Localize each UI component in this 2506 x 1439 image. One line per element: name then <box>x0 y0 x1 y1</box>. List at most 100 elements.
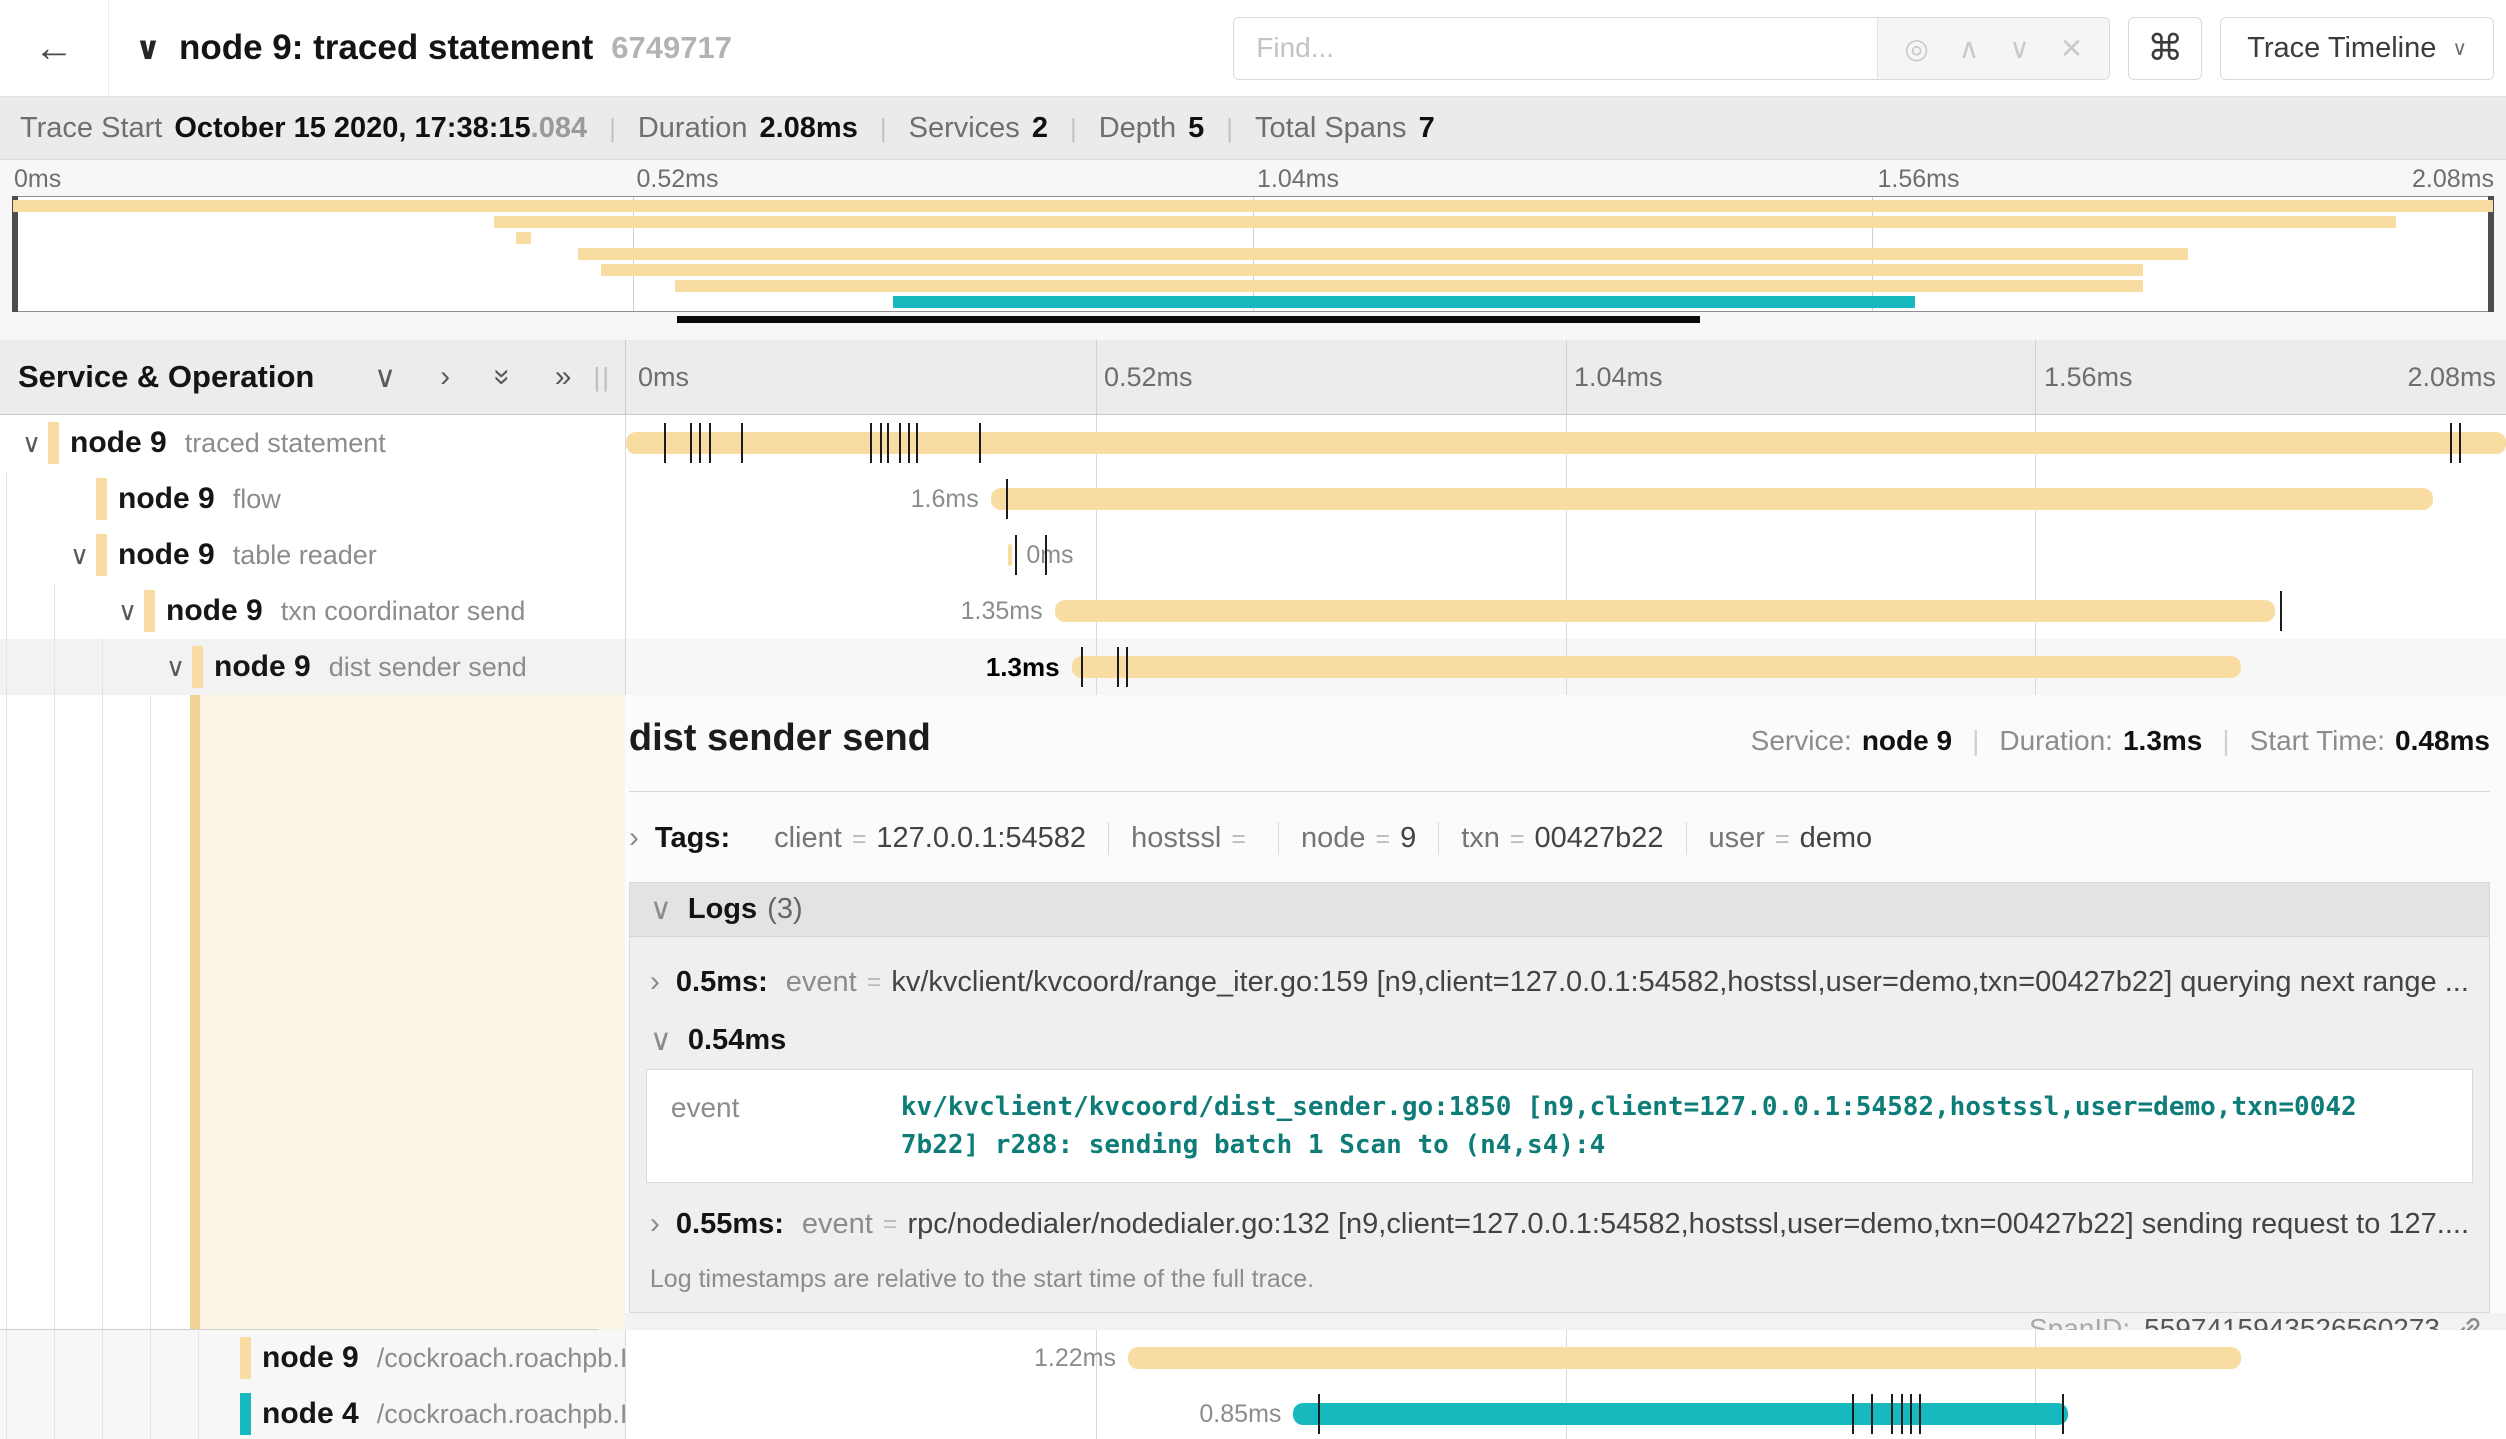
operation-name: table reader <box>233 551 377 568</box>
event-value: kv/kvclient/kvcoord/dist_sender.go:1850 … <box>901 1088 2371 1164</box>
top-bar: ← ∨ node 9: traced statement 6749717 ◎ ∧… <box>0 0 2506 97</box>
chevron-down-icon[interactable]: ∨ <box>118 583 137 639</box>
ruler-tick: 2.08ms <box>2407 340 2496 415</box>
log-tick <box>908 423 910 463</box>
collapse-one-icon[interactable]: ∨ <box>374 360 396 395</box>
timeline-header-row: Service & Operation ∨ › » » || 0ms 0.52m… <box>0 340 2506 415</box>
service-name: node 9 <box>166 607 263 624</box>
minimap-tick: 0.52ms <box>637 165 719 194</box>
expand-one-icon[interactable]: › <box>440 360 450 394</box>
span-bar-track[interactable]: 0ms <box>625 527 2506 583</box>
clear-search-icon[interactable]: ✕ <box>2060 32 2083 65</box>
tag-hostssl: hostssl= <box>1108 822 1278 855</box>
chevron-down-icon[interactable]: ∨ <box>166 639 185 695</box>
total-spans-value: 7 <box>1419 112 1435 145</box>
service-name: node 9 <box>214 663 311 680</box>
span-bar-track[interactable]: 1.35ms <box>625 583 2506 639</box>
log-tick <box>880 423 882 463</box>
log-tick <box>1901 1394 1903 1434</box>
log-tick <box>664 423 666 463</box>
minimap-canvas[interactable] <box>12 196 2494 312</box>
trace-view-selector[interactable]: Trace Timeline ∨ <box>2220 17 2494 80</box>
logs-section: ∨ Logs (3) › 0.5ms: event = kv/kvclient/… <box>629 882 2490 1313</box>
ruler-tick: 1.56ms <box>2044 340 2133 415</box>
minimap-tick-labels: 0ms 0.52ms 1.04ms 1.56ms 2.08ms <box>12 160 2494 196</box>
next-result-icon[interactable]: ∨ <box>2009 32 2030 65</box>
span-row-table-reader[interactable]: ∨ node 9table reader 0ms <box>0 527 2506 583</box>
span-row-cockroach-node9[interactable]: node 9/cockroach.roachpb.I... 1.22ms <box>0 1330 2506 1386</box>
operation-name: traced statement <box>185 439 386 456</box>
minimap-scrubber-right[interactable] <box>2488 196 2494 312</box>
detail-indent-gutter <box>0 695 598 1329</box>
trace-id: 6749717 <box>611 30 732 66</box>
chevron-down-icon[interactable]: ∨ <box>70 527 89 583</box>
collapse-all-icon[interactable]: » <box>485 369 519 386</box>
chevron-down-icon[interactable]: ∨ <box>22 415 41 471</box>
tag-txn: txn=00427b22 <box>1438 822 1685 855</box>
span-row-cockroach-node4[interactable]: node 4/cockroach.roachpb.I... 0.85ms <box>0 1386 2506 1439</box>
service-color-bar <box>48 422 59 464</box>
minimap-scroll-indicator[interactable] <box>677 316 1700 323</box>
title-caret-icon[interactable]: ∨ <box>135 29 161 67</box>
span-bar[interactable] <box>1072 656 2241 678</box>
top-controls: ◎ ∧ ∨ ✕ ⌘ Trace Timeline ∨ <box>1233 0 2506 96</box>
expand-all-icon[interactable]: » <box>555 360 572 394</box>
trace-page: ← ∨ node 9: traced statement 6749717 ◎ ∧… <box>0 0 2506 1439</box>
span-bar[interactable] <box>1128 1347 2241 1369</box>
log-tick <box>690 423 692 463</box>
chevron-down-icon: ∨ <box>2452 36 2467 61</box>
back-button[interactable]: ← <box>0 0 109 96</box>
span-row-flow[interactable]: node 9flow 1.6ms <box>0 471 2506 527</box>
column-resizer-grip[interactable]: || <box>593 362 625 393</box>
span-bar[interactable] <box>991 488 2433 510</box>
duration-label: 1.35ms <box>961 583 1043 639</box>
service-color-bar <box>144 590 155 632</box>
operation-name: dist sender send <box>329 663 527 680</box>
operation-name: flow <box>233 495 281 512</box>
minimap-span <box>578 248 2188 260</box>
command-icon: ⌘ <box>2147 27 2183 69</box>
service-name: node 9 <box>70 439 167 456</box>
back-arrow-icon: ← <box>34 26 74 71</box>
log-tick <box>916 423 918 463</box>
ruler-tick: 0.52ms <box>1104 340 1193 415</box>
services-value: 2 <box>1032 112 1048 145</box>
span-row-traced-statement[interactable]: ∨ node 9 traced statement <box>0 415 2506 471</box>
log-entry-2-header[interactable]: ∨ 0.54ms <box>630 1013 2489 1067</box>
log-entry-1[interactable]: › 0.5ms: event = kv/kvclient/kvcoord/ran… <box>630 951 2489 1013</box>
duration-value: 2.08ms <box>759 112 857 145</box>
duration-label: 1.6ms <box>911 471 979 527</box>
keyboard-shortcuts-button[interactable]: ⌘ <box>2128 17 2202 80</box>
chevron-down-icon: ∨ <box>650 1023 672 1058</box>
operation-name: /cockroach.roachpb.I... <box>377 1410 650 1427</box>
minimap-scrubber-left[interactable] <box>12 196 18 312</box>
prev-result-icon[interactable]: ∧ <box>1959 32 1980 65</box>
span-detail-card: dist sender send Service: node 9 | Durat… <box>598 695 2506 1329</box>
locate-icon[interactable]: ◎ <box>1904 32 1928 65</box>
span-bar-track[interactable] <box>625 415 2506 471</box>
span-bar[interactable] <box>1055 600 2275 622</box>
span-row-txn-coordinator-send[interactable]: ∨ node 9txn coordinator send 1.35ms <box>0 583 2506 639</box>
log-tick <box>979 423 981 463</box>
logs-header[interactable]: ∨ Logs (3) <box>630 883 2489 937</box>
span-bar-track[interactable]: 1.22ms <box>625 1330 2506 1386</box>
chevron-right-icon: › <box>650 1207 660 1241</box>
span-bar-track[interactable]: 1.3ms <box>625 639 2506 695</box>
log-entry-3[interactable]: › 0.55ms: event = rpc/nodedialer/nodedia… <box>630 1193 2489 1255</box>
log-tick <box>1871 1394 1873 1434</box>
tags-row[interactable]: › Tags: client=127.0.0.1:54582 hostssl= … <box>629 812 2490 864</box>
selected-span-indent-band <box>190 695 200 1329</box>
search-input[interactable] <box>1234 18 1877 79</box>
span-rows-bottom: node 9/cockroach.roachpb.I... 1.22ms nod… <box>0 1330 2506 1439</box>
span-bar-track[interactable]: 1.6ms <box>625 471 2506 527</box>
span-row-dist-sender-send[interactable]: ∨ node 9 dist sender send 1.3ms <box>0 639 2506 695</box>
trace-view-label: Trace Timeline <box>2247 32 2436 65</box>
chevron-down-icon: ∨ <box>650 892 672 927</box>
span-bar[interactable] <box>1293 1403 2068 1425</box>
span-rows-top: ∨ node 9traced statement node 9flow 1.6m… <box>0 415 2506 695</box>
span-bar[interactable] <box>1008 544 1013 566</box>
duration-label: 1.22ms <box>1034 1330 1116 1386</box>
duration-label: Duration <box>638 112 748 145</box>
total-spans-label: Total Spans <box>1255 112 1407 145</box>
span-bar-track[interactable]: 0.85ms <box>625 1386 2506 1439</box>
